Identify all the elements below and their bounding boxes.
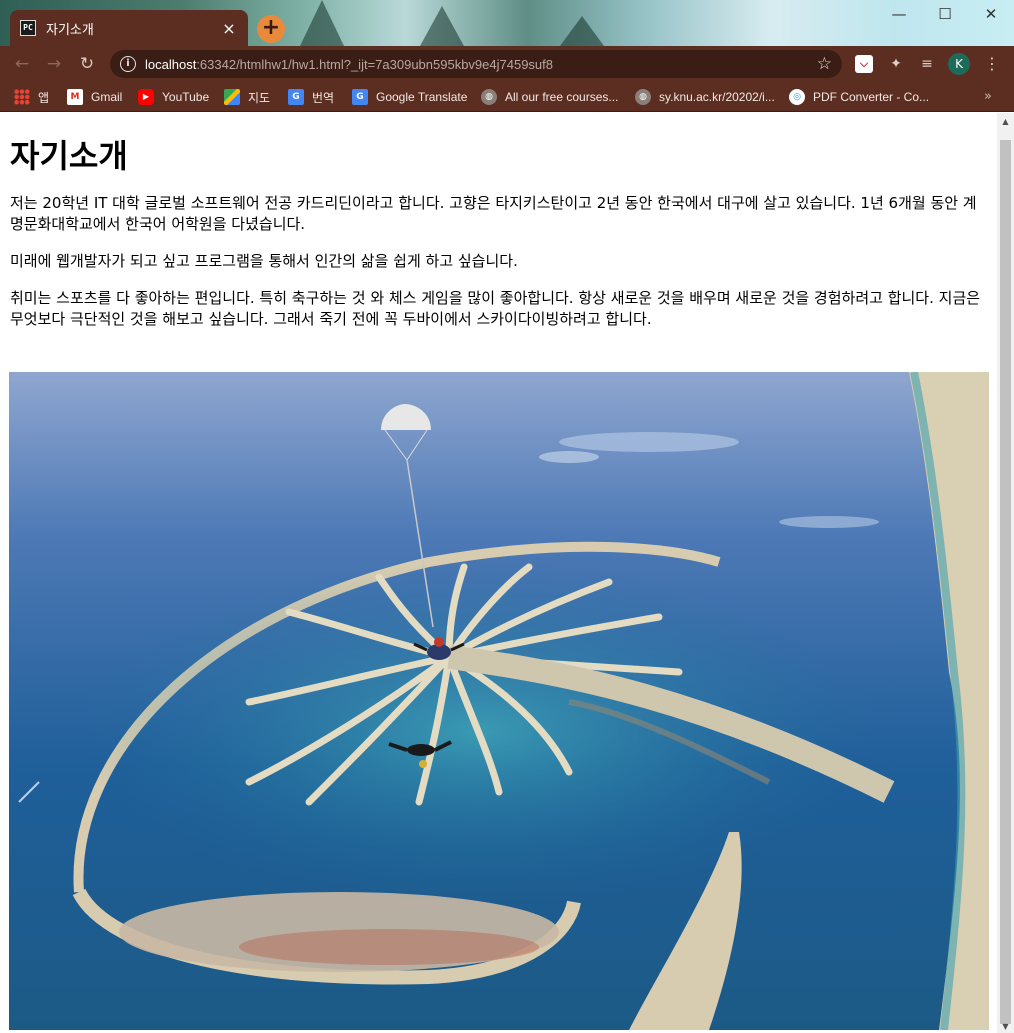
theme-tree-decoration — [420, 6, 464, 46]
url-path: :63342/htmlhw1/hw1.html?_ijt=7a309ubn595… — [196, 56, 553, 72]
bookmarks-bar: 앱 M Gmail ▶ YouTube 지도 G 번역 G Google Tra… — [0, 82, 1014, 112]
gmail-icon: M — [67, 89, 83, 105]
bookmark-label: 번역 — [312, 90, 335, 105]
close-window-button[interactable]: ✕ — [968, 4, 1014, 26]
youtube-icon: ▶ — [138, 89, 154, 105]
hobby-paragraph: 취미는 스포츠를 다 좋아하는 편입니다. 특히 축구하는 것 와 체스 게임을… — [10, 289, 981, 328]
browser-tab-active[interactable]: PC 자기소개 × — [10, 10, 248, 46]
bookmark-apps[interactable]: 앱 — [14, 88, 49, 106]
bookmark-label: 앱 — [38, 90, 50, 105]
back-arrow-icon[interactable]: ← — [11, 53, 33, 75]
aerial-photo-illustration — [9, 372, 989, 1030]
bookmark-label: PDF Converter - Co... — [813, 90, 930, 104]
bookmark-label: sy.knu.ac.kr/20202/i... — [659, 90, 775, 104]
theme-tree-decoration — [560, 16, 604, 46]
translate-icon: G — [288, 89, 304, 105]
bookmark-label: Gmail — [91, 90, 123, 104]
forward-arrow-icon[interactable]: → — [43, 53, 65, 75]
pycharm-favicon-icon: PC — [20, 20, 36, 36]
page-content: 자기소개 저는 20학년 IT 대학 글로벌 소프트웨어 전공 카드리딘이라고 … — [0, 113, 997, 1033]
media-control-icon[interactable]: ≡ — [918, 55, 936, 73]
bookmark-gmail[interactable]: M Gmail — [67, 88, 122, 106]
address-bar[interactable]: i localhost :63342/htmlhw1/hw1.html?_ijt… — [110, 50, 842, 78]
extensions-puzzle-icon[interactable]: ✦ — [887, 55, 905, 73]
reload-icon[interactable]: ↻ — [76, 53, 98, 75]
bookmark-label: All our free courses... — [505, 90, 619, 104]
bookmark-label: Google Translate — [376, 90, 468, 104]
bookmark-sy-knu[interactable]: ◍ sy.knu.ac.kr/20202/i... — [635, 88, 775, 106]
bookmark-pdf-converter[interactable]: ◎ PDF Converter - Co... — [789, 88, 929, 106]
scrollbar-thumb[interactable] — [1000, 140, 1011, 1024]
intro-paragraph: 저는 20학년 IT 대학 글로벌 소프트웨어 전공 카드리딘이라고 합니다. … — [10, 194, 977, 233]
skydiving-palm-jumeirah-photo — [9, 372, 989, 1030]
globe-icon: ◍ — [481, 89, 497, 105]
page-heading: 자기소개 — [10, 137, 128, 175]
minimize-button[interactable]: — — [876, 4, 922, 26]
bookmark-star-icon[interactable]: ☆ — [817, 54, 832, 74]
bookmarks-overflow-icon[interactable]: » — [984, 89, 992, 104]
vertical-scrollbar[interactable]: ▲ ▼ — [997, 113, 1014, 1033]
profile-avatar[interactable]: K — [948, 53, 970, 75]
translate-icon: G — [352, 89, 368, 105]
bookmark-free-courses[interactable]: ◍ All our free courses... — [481, 88, 618, 106]
pdf-converter-icon: ◎ — [789, 89, 805, 105]
bookmark-translate-ko[interactable]: G 번역 — [288, 88, 334, 106]
bookmark-label: YouTube — [162, 90, 210, 104]
new-tab-button[interactable]: + — [257, 15, 285, 43]
pocket-extension-icon[interactable]: ⌵ — [855, 55, 873, 73]
bookmark-google-translate[interactable]: G Google Translate — [352, 88, 467, 106]
scroll-up-arrow-icon[interactable]: ▲ — [1000, 117, 1011, 126]
bookmark-maps[interactable]: 지도 — [224, 88, 270, 106]
tab-title: 자기소개 — [46, 22, 94, 38]
title-bar: PC 자기소개 × + — ☐ ✕ — [0, 0, 1014, 46]
apps-grid-icon — [14, 89, 30, 105]
theme-tree-decoration — [300, 0, 344, 46]
scroll-down-arrow-icon[interactable]: ▼ — [1000, 1022, 1011, 1031]
maps-icon — [224, 89, 240, 105]
dream-paragraph: 미래에 웹개발자가 되고 싶고 프로그램을 통해서 인간의 삶을 쉽게 하고 싶… — [10, 252, 518, 270]
site-info-icon[interactable]: i — [120, 56, 136, 72]
close-tab-icon[interactable]: × — [220, 19, 238, 38]
bookmark-youtube[interactable]: ▶ YouTube — [138, 88, 209, 106]
bookmark-label: 지도 — [248, 90, 271, 105]
globe-icon: ◍ — [635, 89, 651, 105]
url-host: localhost — [145, 56, 197, 72]
maximize-button[interactable]: ☐ — [922, 4, 968, 26]
menu-kebab-icon[interactable]: ⋮ — [983, 55, 1001, 73]
browser-toolbar: ← → ↻ i localhost :63342/htmlhw1/hw1.htm… — [0, 46, 1014, 82]
